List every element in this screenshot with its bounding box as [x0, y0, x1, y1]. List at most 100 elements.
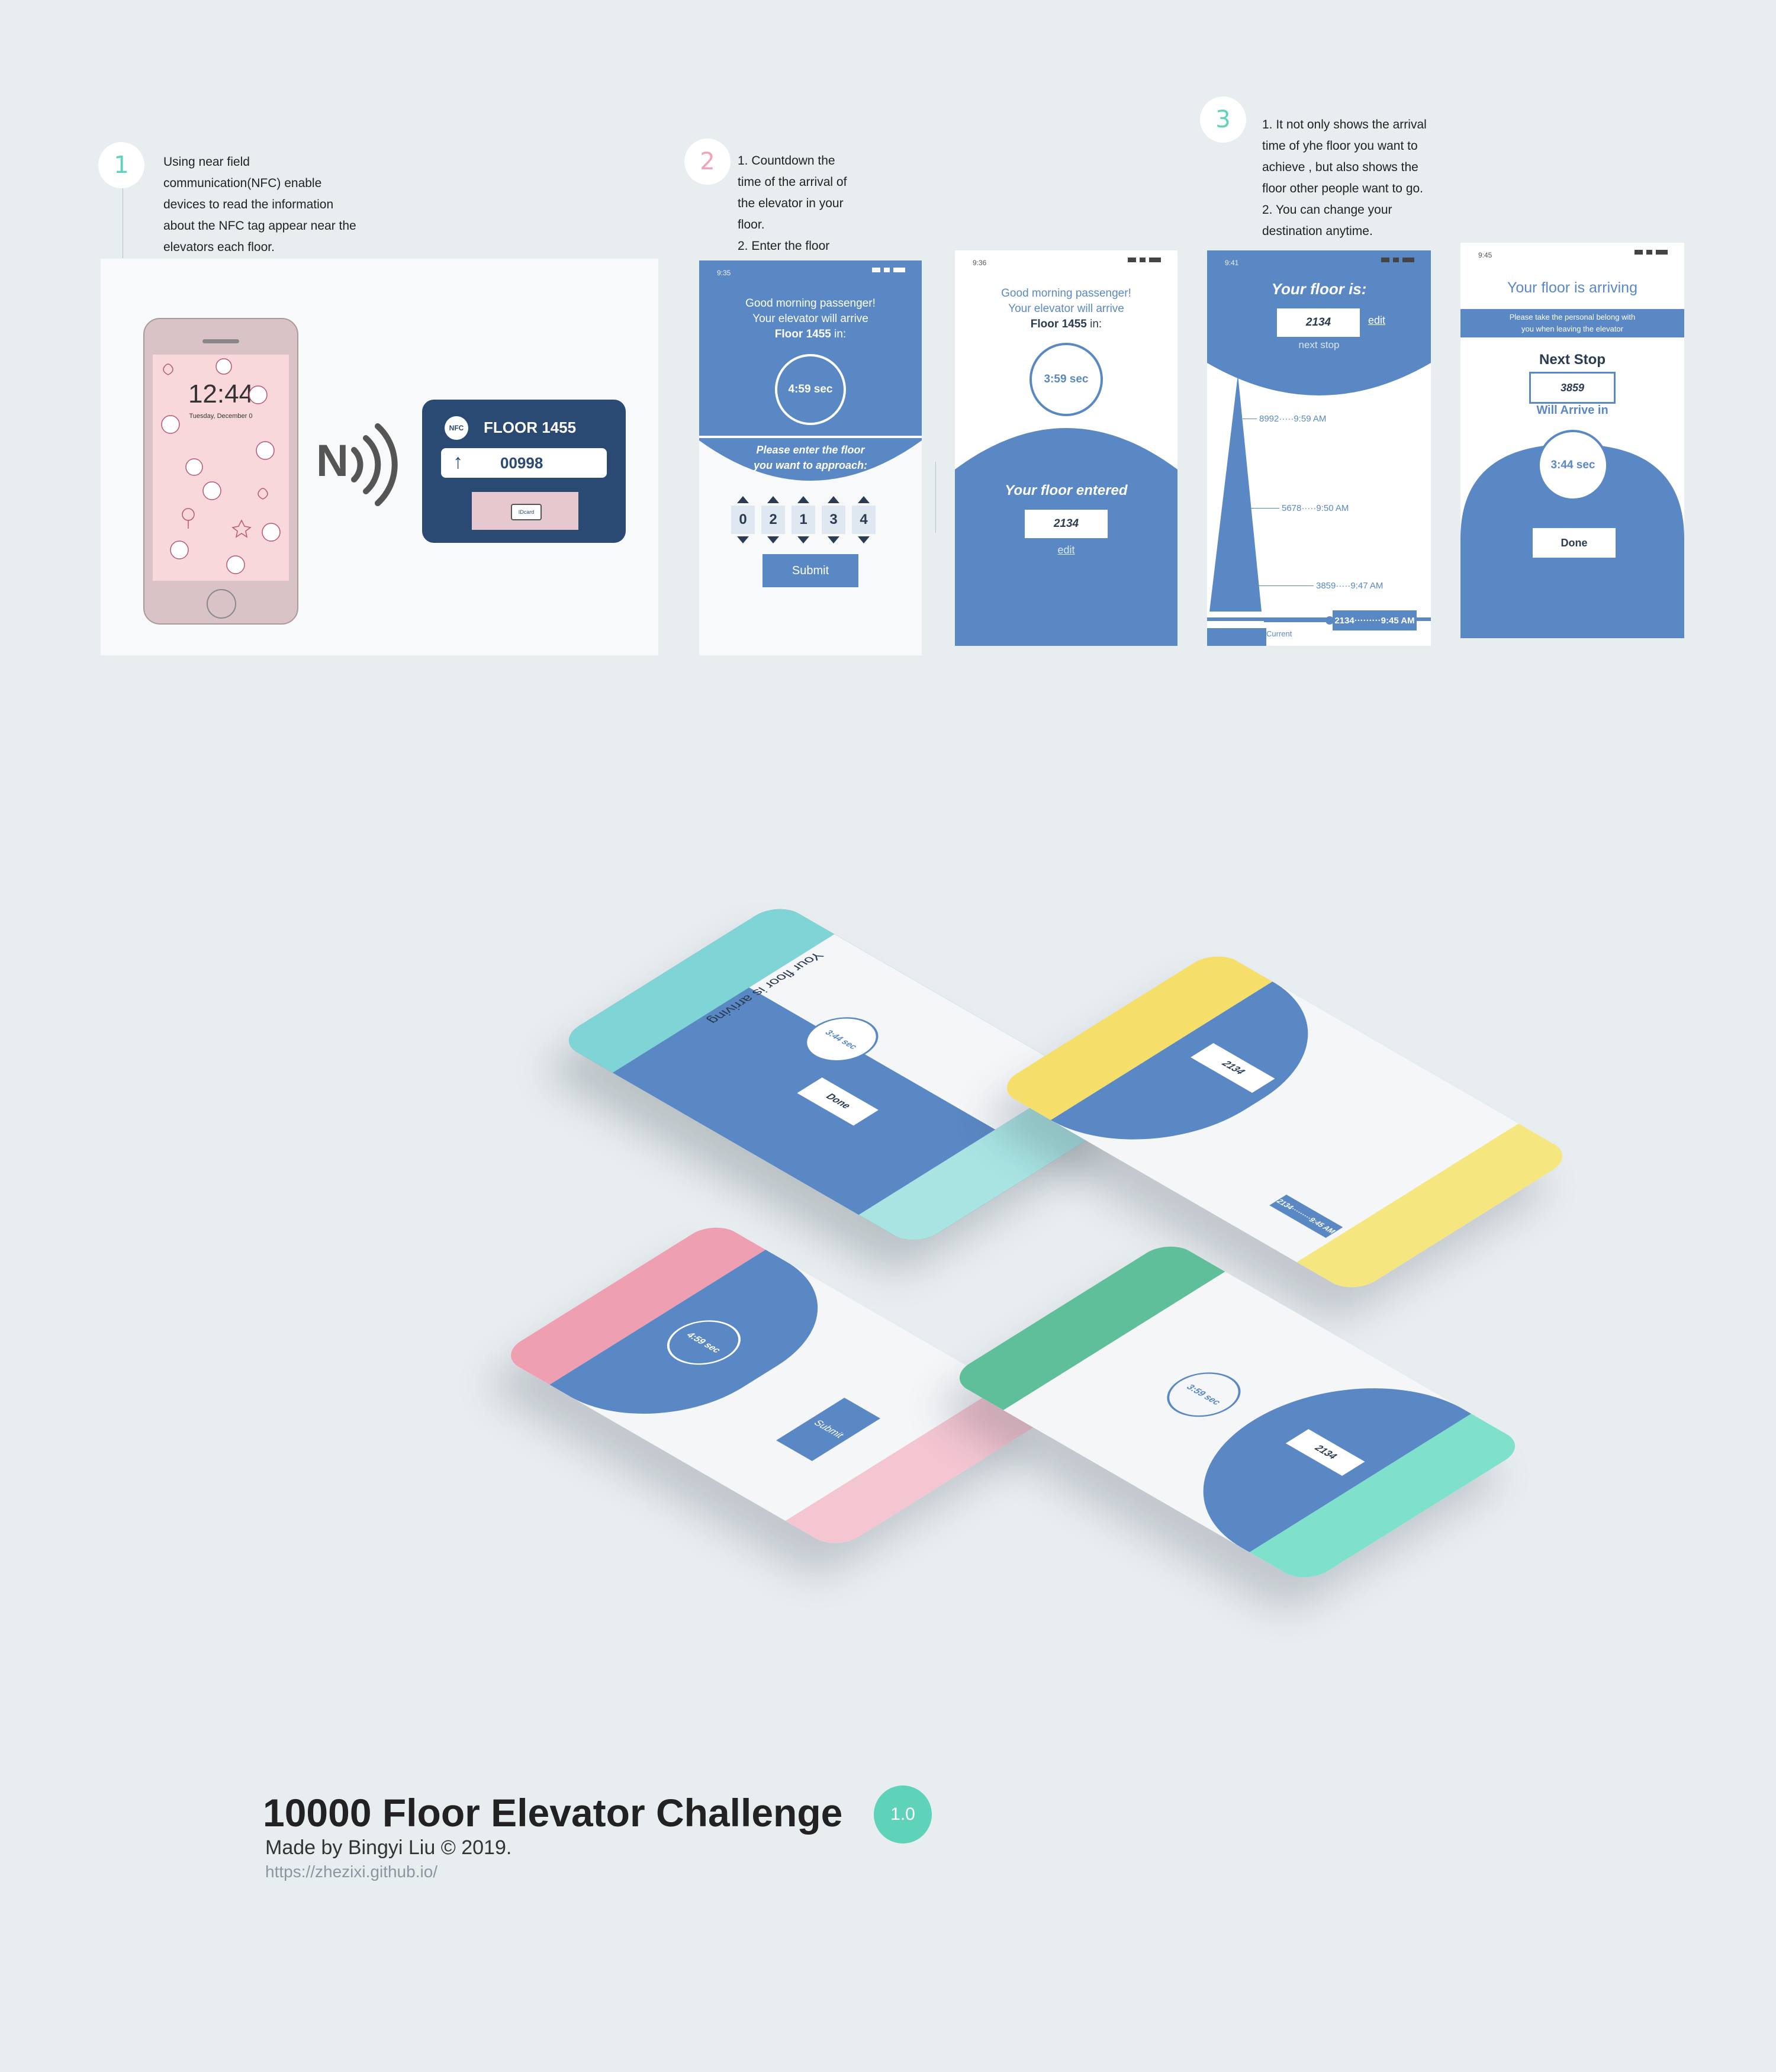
- step-3-description: 1. It not only shows the arrival time of…: [1262, 114, 1427, 242]
- status-icons: [1128, 258, 1161, 262]
- desc-line: communication(NFC) enable: [163, 176, 322, 190]
- digit-wheel[interactable]: 4: [852, 506, 876, 534]
- digit-wheel[interactable]: 0: [731, 506, 755, 534]
- nfc-code-field: ↑ 00998: [441, 448, 607, 478]
- digit-up-icon[interactable]: [858, 496, 870, 503]
- speaker: [202, 339, 239, 343]
- mockup-current-badge: 2134·········9:45 AM: [1269, 1195, 1343, 1238]
- floor-in: in:: [831, 328, 847, 340]
- nfc-code: 00998: [500, 454, 543, 472]
- step-2-description: 1. Countdown the time of the arrival of …: [738, 150, 847, 257]
- submit-button[interactable]: Submit: [762, 554, 858, 587]
- step-3-number: 3: [1200, 96, 1246, 143]
- digit-wheel[interactable]: 2: [761, 506, 785, 534]
- mockup-timeline: 2134 2134·········9:45 AM: [994, 948, 1575, 1295]
- current-floor-badge: 2134·········9:45 AM: [1333, 610, 1417, 630]
- digit-wheel[interactable]: 1: [792, 506, 815, 534]
- separator: [935, 462, 936, 533]
- desc-line: about the NFC tag appear near the: [163, 219, 356, 233]
- mockup-submit-button: Submit: [776, 1397, 880, 1462]
- status-icons: [1635, 250, 1668, 255]
- screen-floor-arriving: 9:45 Your floor is arriving Please take …: [1460, 243, 1684, 638]
- desc-line: achieve , but also shows the: [1262, 160, 1418, 174]
- floor-line: Floor 1455 in:: [699, 328, 922, 341]
- nfc-badge: NFC: [445, 416, 468, 440]
- status-time: 9:35: [717, 269, 731, 277]
- digit-up-icon[interactable]: [767, 496, 779, 503]
- status-icons: [872, 268, 905, 272]
- greeting: Good morning passenger!: [1001, 287, 1131, 300]
- desc-line: time of the arrival of: [738, 175, 847, 189]
- mockup-entered: 3:59 sec 2134: [947, 1238, 1528, 1585]
- status-time: 9:36: [973, 259, 987, 267]
- mockup-bottom-bezel: [1296, 1123, 1575, 1295]
- notice-line-2: you when leaving the elevator: [1521, 324, 1623, 333]
- prompt-line-2: you want to approach:: [753, 459, 867, 471]
- stop-label: 3859·····9:47 AM: [1316, 581, 1384, 591]
- credit-line: Made by Bingyi Liu © 2019.: [265, 1836, 512, 1859]
- next-stop-label: next stop: [1298, 339, 1340, 350]
- digit-down-icon[interactable]: [828, 536, 839, 543]
- nfc-illustration-panel: 12:44 Tuesday, December 0 N NFC FLOOR 14…: [101, 259, 658, 655]
- arrival-line: Your elevator will arrive: [1008, 303, 1124, 315]
- arriving-title: Your floor is arriving: [1507, 279, 1637, 296]
- arrival-timer: 3:44 sec: [1537, 430, 1608, 501]
- floor-in: in:: [1086, 318, 1102, 330]
- step-1-description: Using near field communication(NFC) enab…: [163, 152, 356, 258]
- arrival-line: Your elevator will arrive: [752, 313, 868, 325]
- digit-up-icon[interactable]: [737, 496, 749, 503]
- edit-link[interactable]: edit: [1368, 314, 1385, 327]
- digit-down-icon[interactable]: [797, 536, 809, 543]
- mockup-timer: 3:59 sec: [1151, 1363, 1256, 1426]
- desc-line: floor.: [738, 218, 765, 231]
- desc-line: 1. Countdown the: [738, 154, 835, 168]
- digit-down-icon[interactable]: [767, 536, 779, 543]
- greeting: Good morning passenger!: [745, 297, 876, 310]
- digit-up-icon[interactable]: [797, 496, 809, 503]
- entered-title: Your floor entered: [1005, 482, 1128, 498]
- desc-line: floor other people want to go.: [1262, 182, 1424, 195]
- step-2-number: 2: [684, 139, 731, 185]
- version-badge: 1.0: [874, 1785, 932, 1843]
- edit-link[interactable]: edit: [955, 544, 1177, 556]
- floor-line: Floor 1455 in:: [955, 318, 1177, 331]
- status-time: 9:41: [1225, 259, 1239, 267]
- digit-down-icon[interactable]: [858, 536, 870, 543]
- screen-floor-entered: 9:36 Good morning passenger! Your elevat…: [955, 250, 1177, 646]
- floor-title: Your floor is:: [1271, 280, 1367, 298]
- project-title: 10000 Floor Elevator Challenge: [263, 1791, 843, 1835]
- desc-line: destination anytime.: [1262, 224, 1373, 238]
- lock-screen: 12:44 Tuesday, December 0: [153, 355, 289, 581]
- pig-wallpaper: [161, 358, 281, 574]
- id-card-icon: IDcard: [511, 504, 542, 520]
- floor-number: Floor 1455: [774, 328, 831, 340]
- arrow-up-icon: ↑: [453, 451, 463, 473]
- entered-floor-field[interactable]: 2134: [1025, 510, 1108, 538]
- done-button[interactable]: Done: [1533, 528, 1616, 558]
- notice-bar: Please take the personal belong with you…: [1460, 309, 1684, 337]
- digit-wheel[interactable]: 3: [822, 506, 845, 534]
- stop-connector: [1250, 508, 1279, 509]
- digit-up-icon[interactable]: [828, 496, 839, 503]
- step-1-number: 1: [98, 142, 144, 188]
- nfc-waves-icon: [351, 423, 398, 506]
- countdown-timer: 3:59 sec: [1029, 343, 1103, 416]
- portfolio-link[interactable]: https://zhezixi.github.io/: [265, 1862, 437, 1881]
- digit-down-icon[interactable]: [737, 536, 749, 543]
- status-time: 9:45: [1478, 251, 1492, 259]
- current-label: Current: [1266, 629, 1292, 638]
- stop-label: 8992·····9:59 AM: [1259, 414, 1327, 424]
- mockup-done-button: Done: [797, 1077, 879, 1126]
- status-icons: [1381, 258, 1414, 262]
- countdown-timer: 4:59 sec: [775, 354, 846, 425]
- screen-countdown-entry: 9:35 Good morning passenger! Your elevat…: [699, 260, 922, 655]
- desc-line: 1. It not only shows the arrival: [1262, 118, 1427, 131]
- nfc-floor-label: FLOOR 1455: [484, 419, 577, 436]
- desc-line: time of yhe floor you want to: [1262, 139, 1418, 153]
- notice-line-1: Please take the personal belong with: [1509, 313, 1636, 321]
- desc-line: 2. You can change your: [1262, 203, 1392, 217]
- nfc-tag-card: NFC FLOOR 1455 ↑ 00998 IDcard: [422, 400, 626, 543]
- next-stop-field: 3859: [1529, 372, 1616, 404]
- home-button: [207, 589, 236, 619]
- current-floor-field[interactable]: 2134: [1277, 308, 1360, 337]
